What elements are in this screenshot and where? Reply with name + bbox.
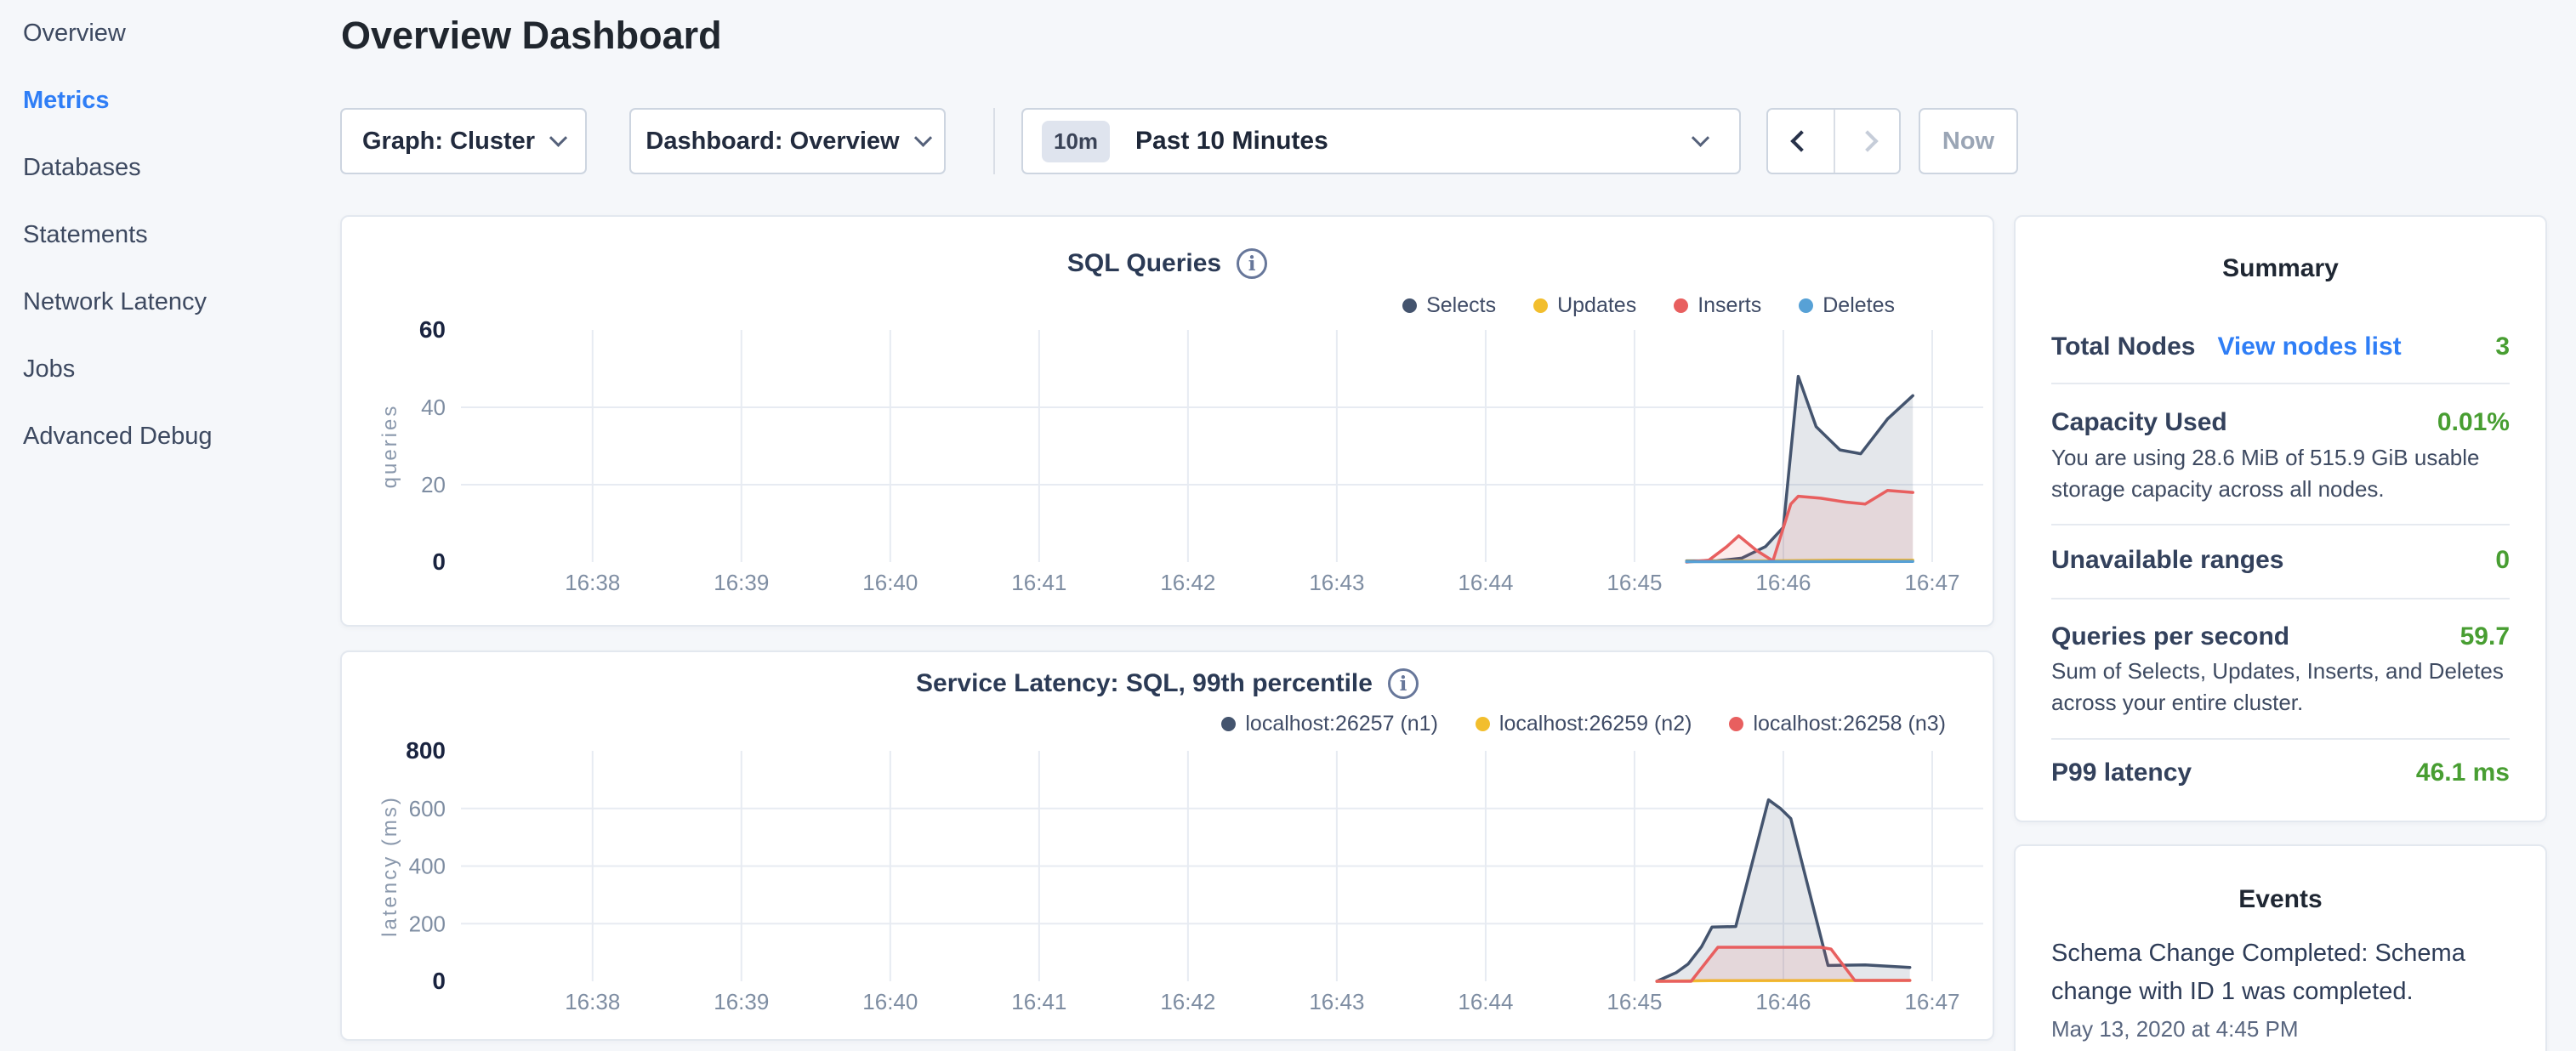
x-tick-label: 16:47 bbox=[1904, 570, 1959, 595]
divider bbox=[2051, 524, 2510, 526]
y-tick-label: 800 bbox=[406, 737, 446, 764]
y-tick-label: 60 bbox=[419, 316, 446, 343]
sql-queries-chart-card: SQL Queries i Selects Updates Inserts De… bbox=[340, 215, 1994, 627]
graph-dropdown-label: Graph: Cluster bbox=[362, 128, 535, 156]
service-latency-plot[interactable]: 0 200 400 600 800 16:38 16:39 16:40 16:41 16:42 16… bbox=[342, 652, 1996, 1042]
x-tick-label: 16:40 bbox=[862, 989, 918, 1014]
x-tick-label: 16:42 bbox=[1160, 989, 1215, 1014]
sidebar: Overview Metrics Databases Statements Ne… bbox=[0, 0, 340, 470]
sidebar-item-databases[interactable]: Databases bbox=[0, 134, 340, 202]
time-range-badge: 10m bbox=[1042, 121, 1110, 162]
events-heading: Events bbox=[2016, 885, 2545, 914]
time-range-picker[interactable]: 10m Past 10 Minutes bbox=[1021, 108, 1741, 174]
y-axis-title: latency (ms) bbox=[378, 795, 401, 937]
y-tick-label: 600 bbox=[409, 796, 446, 821]
x-tick-label: 16:45 bbox=[1606, 570, 1662, 595]
toolbar-divider bbox=[993, 108, 995, 174]
x-tick-label: 16:39 bbox=[714, 570, 769, 595]
y-axis-title: queries bbox=[378, 404, 401, 489]
divider bbox=[2051, 738, 2510, 740]
divider bbox=[2051, 383, 2510, 384]
chevron-down-icon bbox=[549, 128, 567, 146]
graph-dropdown[interactable]: Graph: Cluster bbox=[340, 108, 587, 174]
summary-label: P99 latency bbox=[2051, 758, 2192, 787]
sidebar-item-overview[interactable]: Overview bbox=[0, 0, 340, 67]
x-tick-label: 16:44 bbox=[1458, 570, 1513, 595]
view-nodes-list-link[interactable]: View nodes list bbox=[2217, 332, 2401, 361]
y-tick-label: 20 bbox=[421, 472, 446, 497]
summary-value: 0 bbox=[2495, 546, 2510, 575]
dashboard-dropdown-label: Dashboard: Overview bbox=[645, 128, 899, 156]
x-tick-label: 16:47 bbox=[1904, 989, 1959, 1014]
sidebar-item-metrics[interactable]: Metrics bbox=[0, 67, 340, 134]
summary-row-queries-per-second: Queries per second 59.7 bbox=[2051, 616, 2510, 657]
sidebar-item-advanced-debug[interactable]: Advanced Debug bbox=[0, 403, 340, 470]
x-tick-label: 16:43 bbox=[1309, 989, 1364, 1014]
event-timestamp: May 13, 2020 at 4:45 PM bbox=[2051, 1016, 2299, 1042]
prev-range-button[interactable] bbox=[1768, 110, 1834, 173]
y-tick-label: 200 bbox=[409, 911, 446, 936]
summary-panel: Summary Total Nodes View nodes list 3 Ca… bbox=[2014, 215, 2547, 822]
chevron-right-icon bbox=[1857, 130, 1878, 151]
summary-description: Sum of Selects, Updates, Inserts, and De… bbox=[2051, 656, 2515, 719]
dashboard-dropdown[interactable]: Dashboard: Overview bbox=[629, 108, 946, 174]
page-title: Overview Dashboard bbox=[341, 14, 722, 58]
summary-row-unavailable-ranges: Unavailable ranges 0 bbox=[2051, 540, 2510, 581]
next-range-button[interactable] bbox=[1834, 110, 1899, 173]
summary-label: Queries per second bbox=[2051, 622, 2289, 651]
time-range-label: Past 10 Minutes bbox=[1135, 127, 1328, 156]
y-tick-label: 0 bbox=[432, 968, 446, 994]
summary-value: 0.01% bbox=[2437, 408, 2510, 437]
x-tick-label: 16:38 bbox=[565, 989, 620, 1014]
time-pager bbox=[1766, 108, 1901, 174]
x-tick-label: 16:46 bbox=[1755, 989, 1811, 1014]
x-tick-label: 16:46 bbox=[1755, 570, 1811, 595]
event-message[interactable]: Schema Change Completed: Schema change w… bbox=[2051, 935, 2515, 1011]
summary-label: Capacity Used bbox=[2051, 408, 2227, 437]
x-tick-label: 16:40 bbox=[862, 570, 918, 595]
now-button[interactable]: Now bbox=[1919, 108, 2018, 174]
x-tick-label: 16:44 bbox=[1458, 989, 1513, 1014]
y-tick-label: 40 bbox=[421, 395, 446, 420]
summary-value: 3 bbox=[2495, 332, 2510, 361]
divider bbox=[2051, 598, 2510, 599]
service-latency-chart-card: Service Latency: SQL, 99th percentile i … bbox=[340, 650, 1994, 1041]
summary-label: Total Nodes bbox=[2051, 332, 2195, 361]
chevron-down-icon bbox=[1692, 128, 1709, 146]
summary-value: 59.7 bbox=[2460, 622, 2510, 651]
summary-value: 46.1 ms bbox=[2416, 758, 2510, 787]
x-tick-label: 16:42 bbox=[1160, 570, 1215, 595]
chevron-left-icon bbox=[1790, 130, 1811, 151]
toolbar: Graph: Cluster Dashboard: Overview 10m P… bbox=[340, 108, 2018, 174]
x-tick-label: 16:39 bbox=[714, 989, 769, 1014]
summary-description: You are using 28.6 MiB of 515.9 GiB usab… bbox=[2051, 442, 2515, 505]
summary-label: Unavailable ranges bbox=[2051, 546, 2283, 575]
summary-row-total-nodes: Total Nodes View nodes list 3 bbox=[2051, 326, 2510, 368]
events-panel: Events Schema Change Completed: Schema c… bbox=[2014, 844, 2547, 1051]
x-tick-label: 16:43 bbox=[1309, 570, 1364, 595]
y-tick-label: 400 bbox=[409, 854, 446, 879]
x-tick-label: 16:45 bbox=[1606, 989, 1662, 1014]
summary-heading: Summary bbox=[2016, 254, 2545, 283]
sidebar-item-statements[interactable]: Statements bbox=[0, 202, 340, 269]
sql-queries-plot[interactable]: 0 20 40 60 16:38 16:39 16:40 16:41 16:42 16:43 16:… bbox=[342, 217, 1996, 628]
x-tick-label: 16:41 bbox=[1011, 570, 1066, 595]
sidebar-item-jobs[interactable]: Jobs bbox=[0, 336, 340, 403]
chevron-down-icon bbox=[913, 128, 931, 146]
summary-row-p99-latency: P99 latency 46.1 ms bbox=[2051, 753, 2510, 793]
x-tick-label: 16:38 bbox=[565, 570, 620, 595]
y-tick-label: 0 bbox=[432, 548, 446, 575]
x-tick-label: 16:41 bbox=[1011, 989, 1066, 1014]
sidebar-item-network-latency[interactable]: Network Latency bbox=[0, 269, 340, 336]
summary-row-capacity-used: Capacity Used 0.01% bbox=[2051, 402, 2510, 443]
